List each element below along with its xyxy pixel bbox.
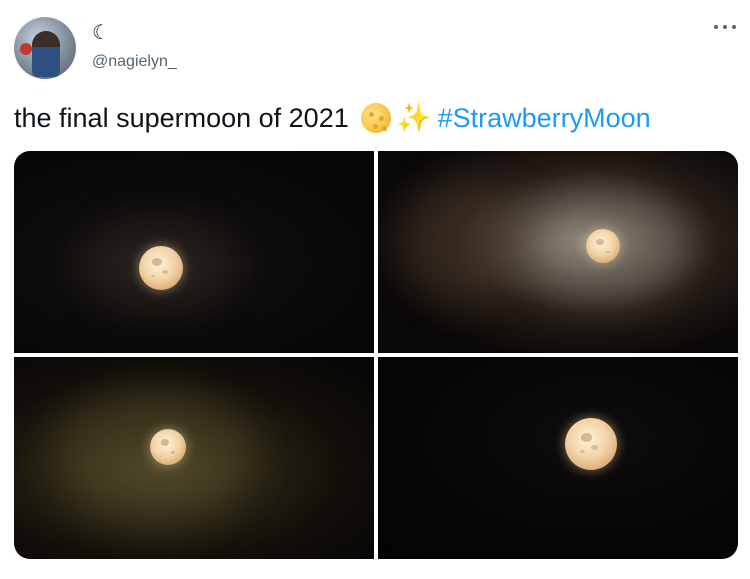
more-options-icon[interactable] — [714, 20, 736, 34]
moon-photo-3[interactable] — [14, 357, 374, 559]
moon-photo-1[interactable] — [14, 151, 374, 353]
moon — [150, 429, 186, 465]
avatar-detail — [20, 43, 32, 55]
moon — [139, 246, 183, 290]
media-grid — [14, 151, 738, 559]
moon-photo-4[interactable] — [378, 357, 738, 559]
tweet-text-content: the final supermoon of 2021 — [14, 103, 349, 133]
sparkles-emoji-icon: ✨ — [396, 102, 432, 133]
moon-photo-2[interactable] — [378, 151, 738, 353]
tweet-text: the final supermoon of 2021 ✨ #Strawberr… — [14, 101, 651, 135]
moon — [565, 418, 617, 470]
avatar-figure — [32, 31, 60, 77]
display-name[interactable]: ☾ — [92, 22, 110, 44]
user-handle[interactable]: @nagielyn_ — [92, 53, 177, 71]
full-moon-emoji-icon — [360, 103, 391, 133]
avatar[interactable] — [14, 17, 76, 79]
hashtag-link[interactable]: #StrawberryMoon — [438, 101, 651, 135]
moon — [586, 229, 620, 263]
tweet: ☾ @nagielyn_ the final supermoon of 2021… — [0, 0, 750, 579]
